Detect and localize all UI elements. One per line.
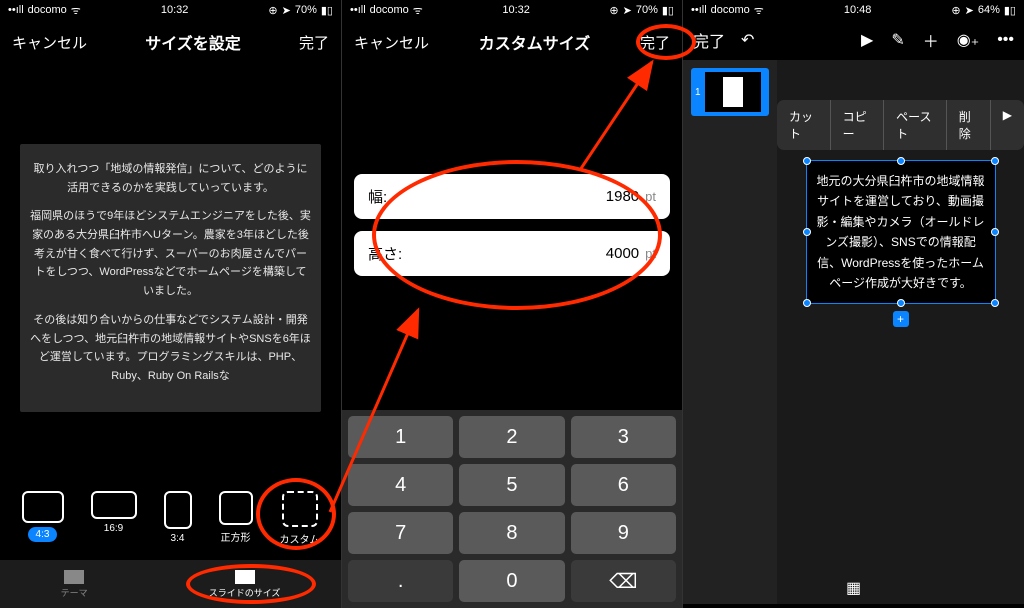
location-icon: ➤ <box>965 4 974 17</box>
slide-thumb-1[interactable]: 1 <box>691 68 769 116</box>
nav-bar: キャンセル カスタムサイズ 完了 <box>342 20 682 64</box>
collab-icon[interactable]: ◉₊ <box>957 30 979 50</box>
selected-text-box[interactable]: 地元の大分県臼杵市の地域情報サイトを運営しており、動画撮影・編集やカメラ（オール… <box>806 160 996 304</box>
nav-title: サイズを設定 <box>145 30 241 54</box>
nav-title: カスタムサイズ <box>479 30 591 54</box>
ctx-copy[interactable]: コピー <box>831 100 885 150</box>
ctx-paste[interactable]: ペースト <box>884 100 947 150</box>
play-icon[interactable]: ▶ <box>861 30 873 50</box>
resize-handle[interactable] <box>897 299 905 307</box>
wifi-icon: ᯤ <box>413 3 423 18</box>
cancel-button[interactable]: キャンセル <box>354 32 429 53</box>
slide-thumbnails: 1 <box>683 60 777 604</box>
key-1[interactable]: 1 <box>348 416 453 458</box>
battery-pct: 70% <box>636 4 658 16</box>
done-button[interactable]: 完了 <box>640 32 670 53</box>
plus-icon[interactable]: ＋ <box>923 28 939 52</box>
height-value: 4000 <box>606 245 639 262</box>
bottom-toolbar: ▦ <box>683 578 1024 598</box>
alarm-icon: ⊕ <box>609 4 618 17</box>
bottom-tabs: テーマ スライドのサイズ <box>0 560 341 608</box>
status-bar: ••ıll docomo ᯤ 10:32 ⊕ ➤ 70% ▮▯ <box>0 0 341 20</box>
location-icon: ➤ <box>623 4 632 17</box>
ratio-4-3[interactable]: 4:3 <box>22 491 64 546</box>
editor-toolbar: 完了 ↶ ▶ ✎ ＋ ◉₊ ••• <box>683 20 1024 60</box>
wifi-icon: ᯤ <box>754 3 764 18</box>
carrier: docomo <box>28 4 67 16</box>
key-0[interactable]: 0 <box>459 560 564 602</box>
battery-icon: ▮▯ <box>662 4 674 17</box>
battery-pct: 70% <box>295 4 317 16</box>
key-9[interactable]: 9 <box>571 512 676 554</box>
carrier: docomo <box>711 4 750 16</box>
battery-icon: ▮▯ <box>1004 4 1016 17</box>
add-below-icon[interactable]: + <box>893 311 909 327</box>
signal-icon: ••ıll <box>350 4 366 16</box>
clock: 10:48 <box>844 4 872 16</box>
slide-canvas[interactable]: カット コピー ペースト 削除 ▶ 地元の大分県臼杵市の地域情報サイトを運営して… <box>777 60 1024 604</box>
ratio-16-9[interactable]: 16:9 <box>91 491 137 546</box>
nav-bar: キャンセル サイズを設定 完了 <box>0 20 341 64</box>
key-8[interactable]: 8 <box>459 512 564 554</box>
width-value: 1980 <box>606 188 639 205</box>
width-input[interactable]: 幅: 1980pt <box>354 174 670 219</box>
resize-handle[interactable] <box>803 157 811 165</box>
ratio-selector: 4:3 16:9 3:4 正方形 カスタム <box>0 491 341 546</box>
tab-slide-size[interactable]: スライドのサイズ <box>209 570 281 599</box>
height-label: 高さ: <box>368 243 402 264</box>
ctx-delete[interactable]: 削除 <box>947 100 991 150</box>
location-icon: ➤ <box>282 4 291 17</box>
clock: 10:32 <box>502 4 530 16</box>
cancel-button[interactable]: キャンセル <box>12 32 87 53</box>
resize-handle[interactable] <box>991 157 999 165</box>
resize-handle[interactable] <box>803 228 811 236</box>
ratio-square[interactable]: 正方形 <box>219 491 253 546</box>
key-6[interactable]: 6 <box>571 464 676 506</box>
battery-pct: 64% <box>978 4 1000 16</box>
wifi-icon: ᯤ <box>71 3 81 18</box>
resize-handle[interactable] <box>991 299 999 307</box>
width-label: 幅: <box>368 186 387 207</box>
ratio-3-4[interactable]: 3:4 <box>164 491 192 546</box>
ratio-custom[interactable]: カスタム <box>280 491 320 546</box>
signal-icon: ••ıll <box>691 4 707 16</box>
size-icon <box>235 570 255 584</box>
alarm-icon: ⊕ <box>268 4 277 17</box>
resize-handle[interactable] <box>991 228 999 236</box>
clock: 10:32 <box>161 4 189 16</box>
key-dot[interactable]: . <box>348 560 453 602</box>
key-3[interactable]: 3 <box>571 416 676 458</box>
done-button[interactable]: 完了 <box>299 32 329 53</box>
slide-preview: 取り入れつつ「地域の情報発信」について、どのように活用できるのかを実践していって… <box>20 144 321 412</box>
key-backspace[interactable]: ⌫ <box>571 560 676 602</box>
tab-theme[interactable]: テーマ <box>61 570 88 599</box>
battery-icon: ▮▯ <box>321 4 333 17</box>
resize-handle[interactable] <box>897 157 905 165</box>
key-7[interactable]: 7 <box>348 512 453 554</box>
grid-icon[interactable]: ▦ <box>846 578 861 598</box>
height-input[interactable]: 高さ: 4000pt <box>354 231 670 276</box>
status-bar: ••ıll docomo ᯤ 10:32 ⊕ ➤ 70% ▮▯ <box>342 0 682 20</box>
key-4[interactable]: 4 <box>348 464 453 506</box>
status-bar: ••ıll docomo ᯤ 10:48 ⊕ ➤ 64% ▮▯ <box>683 0 1024 20</box>
key-5[interactable]: 5 <box>459 464 564 506</box>
resize-handle[interactable] <box>803 299 811 307</box>
more-icon[interactable]: ••• <box>997 31 1014 49</box>
alarm-icon: ⊕ <box>951 4 960 17</box>
signal-icon: ••ıll <box>8 4 24 16</box>
undo-icon[interactable]: ↶ <box>741 30 754 50</box>
theme-icon <box>64 570 84 584</box>
carrier: docomo <box>370 4 409 16</box>
key-2[interactable]: 2 <box>459 416 564 458</box>
numeric-keypad: 1 2 3 4 5 6 7 8 9 . 0 ⌫ <box>342 410 682 608</box>
context-menu: カット コピー ペースト 削除 ▶ <box>777 100 1024 150</box>
ctx-more[interactable]: ▶ <box>991 100 1024 150</box>
brush-icon[interactable]: ✎ <box>891 30 904 50</box>
ctx-cut[interactable]: カット <box>777 100 831 150</box>
done-button[interactable]: 完了 <box>693 28 725 52</box>
